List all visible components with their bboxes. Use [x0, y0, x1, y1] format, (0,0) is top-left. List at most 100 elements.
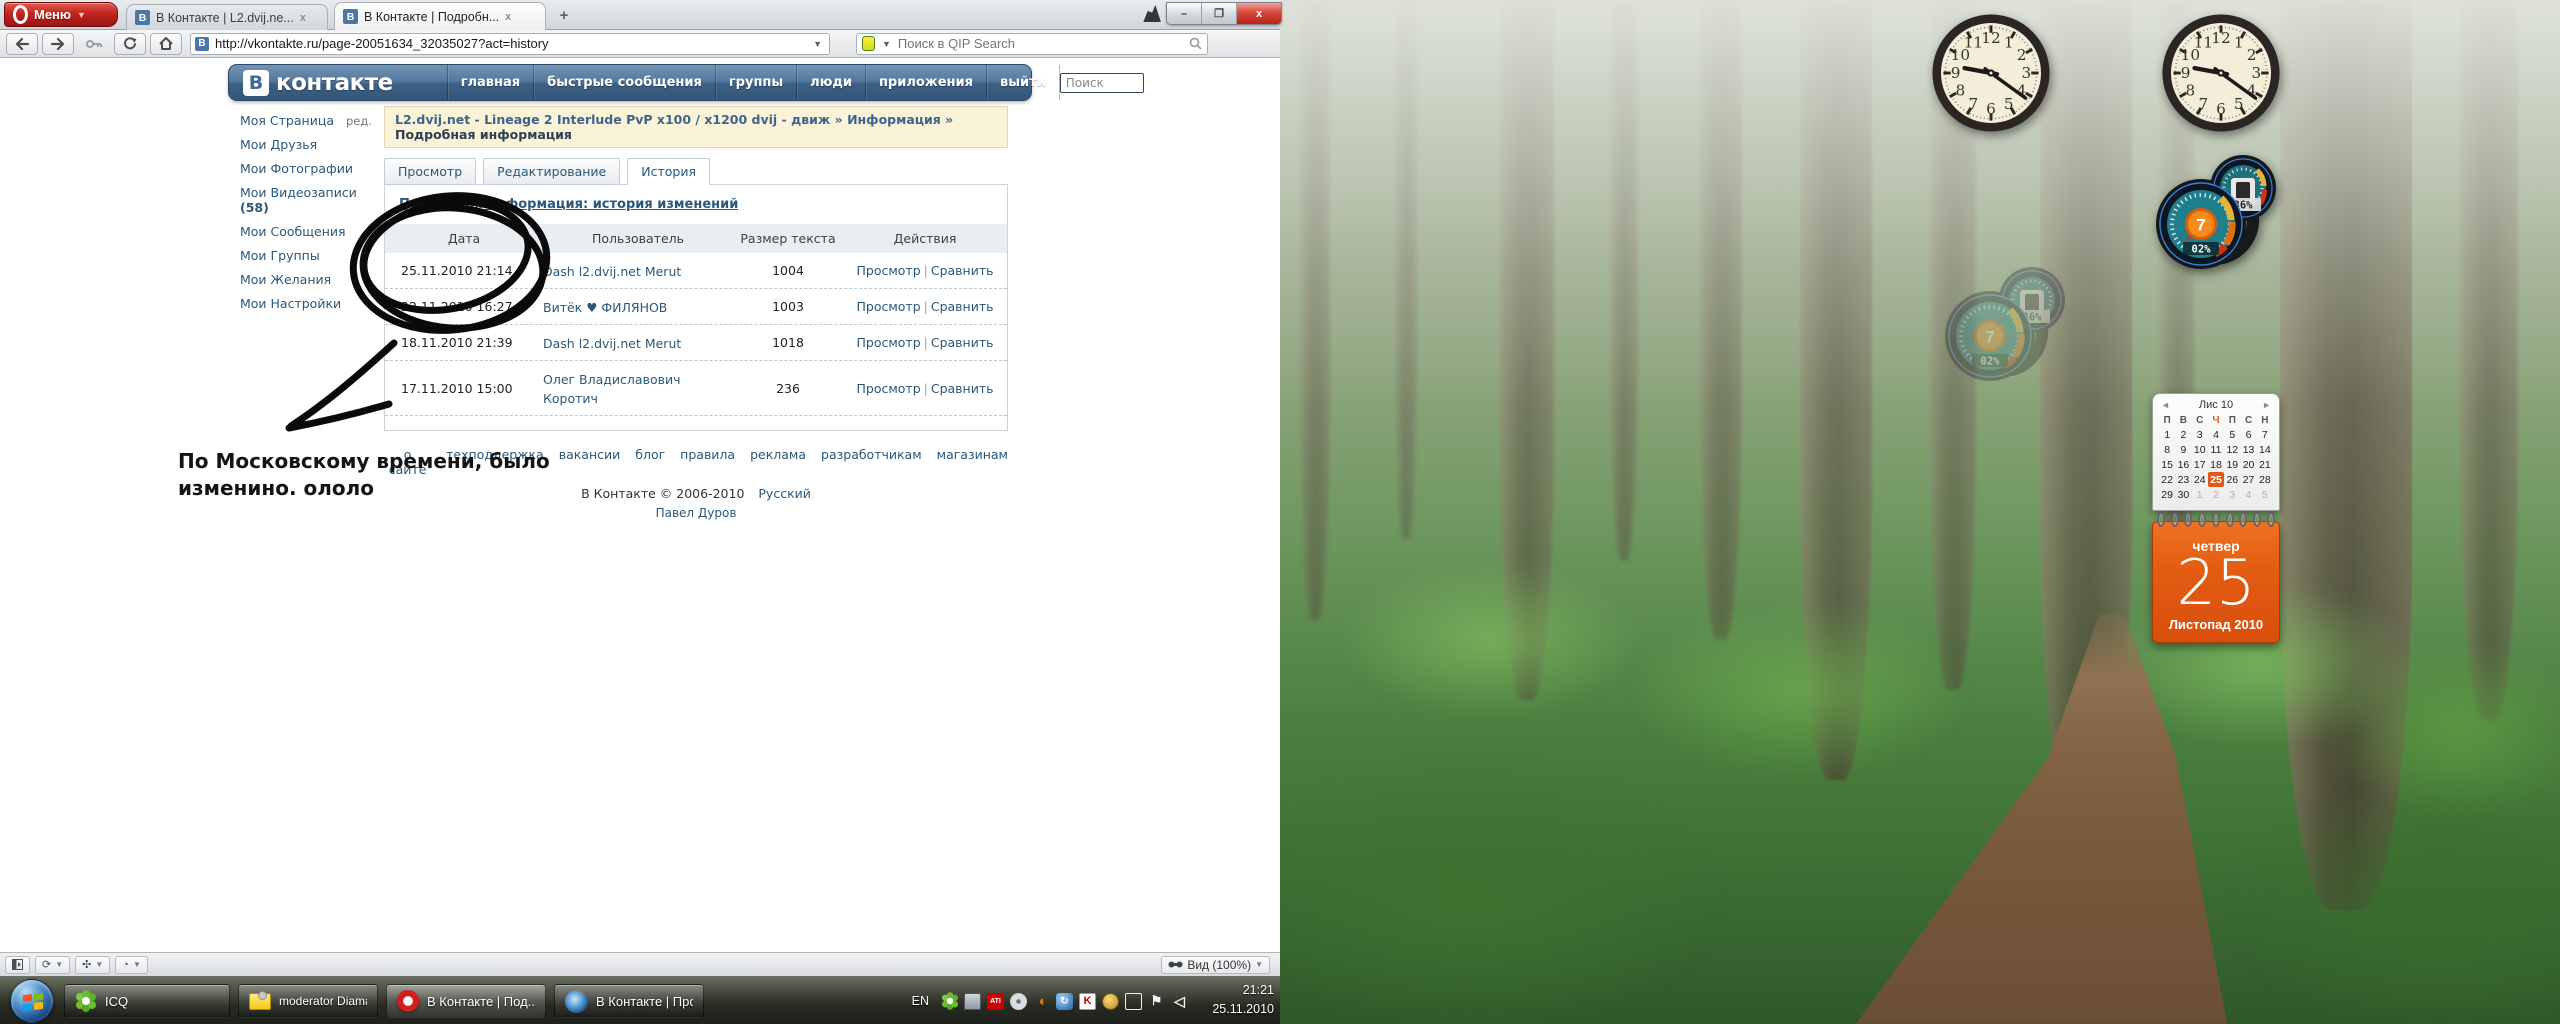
svg-text:3: 3 — [2022, 64, 2032, 82]
clock-gadget-right[interactable]: 12 1 2 3 4 5 6 7 9 8 10 11 — [2160, 12, 2282, 134]
volume-icon[interactable]: ◁︎ — [1171, 993, 1188, 1010]
refresh-button[interactable] — [114, 32, 146, 55]
ati-tray-icon[interactable]: ATI — [987, 992, 1004, 1010]
search-engine-dropdown-icon[interactable]: ▼ — [879, 39, 894, 49]
founder-link[interactable]: Павел Дуров — [384, 506, 1008, 520]
nav-item-apps[interactable]: приложения — [864, 65, 986, 100]
unite-icon: ✣ — [82, 959, 92, 971]
taskbar-button-opera[interactable]: В Контакте | Под... — [386, 984, 546, 1018]
nav-item-messages[interactable]: быстрые сообщения — [533, 65, 715, 100]
footer-link-blog[interactable]: блог — [635, 447, 665, 477]
tab-close-icon[interactable]: x — [300, 12, 306, 24]
url-dropdown-icon[interactable]: ▼ — [810, 39, 825, 49]
home-button[interactable] — [150, 32, 182, 55]
sidebar-item-photos[interactable]: Мои Фотографии — [240, 161, 380, 176]
calendar-next-icon[interactable]: ► — [2262, 400, 2271, 410]
nav-item-logout[interactable]: выйти — [986, 65, 1060, 100]
sidebar-item-groups[interactable]: Мои Группы — [240, 248, 380, 263]
cpu-meter-gadget[interactable]: 36% 7 02% — [2153, 146, 2287, 280]
folder-note-icon — [249, 990, 271, 1010]
compare-link[interactable]: Сравнить — [931, 299, 994, 314]
search-bar[interactable]: ▼ — [856, 32, 1208, 55]
qip-tray-icon[interactable] — [1102, 992, 1119, 1010]
edit-link[interactable]: ред. — [346, 114, 372, 128]
chevron-down-icon: ▼ — [1255, 960, 1263, 969]
vk-search-input[interactable] — [1059, 72, 1144, 93]
icq-tray-icon[interactable] — [941, 993, 958, 1010]
history-user-link[interactable]: Витёк ♥ ФИЛЯНОВ — [543, 300, 667, 315]
language-link[interactable]: Русский — [758, 486, 810, 501]
fog-overlay — [1280, 0, 2560, 738]
taskbar-button-firefox[interactable]: В Контакте | Про... — [554, 984, 704, 1018]
tab-history[interactable]: История — [627, 158, 710, 185]
calendar-prev-icon[interactable]: ◄ — [2161, 400, 2170, 410]
forward-button[interactable] — [42, 32, 74, 55]
vk-header-search[interactable] — [1059, 72, 1144, 93]
display-settings-icon[interactable] — [964, 992, 981, 1010]
sidebar-item-friends[interactable]: Мои Друзья — [240, 137, 380, 152]
vk-logo[interactable]: В контакте — [229, 69, 407, 96]
footer-link-ads[interactable]: реклама — [750, 447, 806, 477]
history-user-link[interactable]: Dash l2.dvij.net Merut — [543, 336, 681, 351]
compare-link[interactable]: Сравнить — [931, 263, 994, 278]
restore-button[interactable]: ❐ — [1202, 3, 1237, 24]
volume-orange-icon[interactable]: ◖ — [1033, 993, 1050, 1010]
sidebar-item-wishes[interactable]: Мои Желания — [240, 272, 380, 287]
panels-toggle-button[interactable] — [5, 955, 30, 974]
view-link[interactable]: Просмотр — [856, 299, 920, 314]
clock-gadget-left[interactable]: 12 1 2 3 4 5 6 7 9 8 10 11 — [1930, 12, 2052, 134]
footer-link-shops[interactable]: магазинам — [937, 447, 1008, 477]
zoom-view-button[interactable]: Вид (100%) ▼ — [1161, 955, 1270, 974]
sidebar-item-videos[interactable]: Мои Видеозаписи (58) — [240, 185, 380, 215]
kaspersky-icon[interactable]: K — [1079, 992, 1096, 1010]
svg-text:3: 3 — [2252, 64, 2262, 82]
search-input[interactable] — [897, 36, 1185, 51]
magnifier-icon[interactable] — [1189, 37, 1202, 50]
browser-tab-2-active[interactable]: B В Контакте | Подробн... x — [334, 2, 546, 30]
compare-link[interactable]: Сравнить — [931, 335, 994, 350]
sidebar-item-messages[interactable]: Мои Сообщения — [240, 224, 380, 239]
view-link[interactable]: Просмотр — [856, 263, 920, 278]
footer-link-rules[interactable]: правила — [680, 447, 735, 477]
wallpaper-forest — [1280, 0, 2560, 1024]
browser-tab-1[interactable]: B В Контакте | L2.dvij.ne... x — [126, 4, 328, 30]
new-tab-button[interactable]: + — [554, 8, 574, 25]
nav-item-people[interactable]: люди — [796, 65, 865, 100]
taskbar-clock[interactable]: 21:21 25.11.2010 — [1212, 981, 1274, 1019]
clock-number: 12 — [1981, 29, 2000, 47]
turbo-button[interactable]: ◔ ▼ — [115, 955, 148, 974]
close-button[interactable]: x — [1237, 3, 1281, 24]
unite-button[interactable]: ✣ ▼ — [75, 955, 111, 974]
tab-close-icon[interactable]: x — [505, 11, 511, 23]
opera-menu-button[interactable]: Меню ▼ — [4, 2, 118, 27]
minimize-button[interactable]: – — [1167, 3, 1202, 24]
compare-link[interactable]: Сравнить — [931, 381, 994, 396]
key-icon[interactable] — [78, 33, 110, 55]
sync-button[interactable]: ⟳ ▼ — [35, 955, 71, 974]
address-bar[interactable]: B http://vkontakte.ru/page-20051634_3203… — [190, 32, 830, 55]
back-button[interactable] — [6, 32, 38, 55]
flag-icon[interactable]: ⚑ — [1148, 993, 1165, 1010]
calendar-gadget[interactable]: ◄ Лис 10 ► ПВ СЧ ПС Н 1234567 8 9 10 11 12 13… — [2152, 393, 2280, 643]
windows-update-icon[interactable]: ↻ — [1056, 992, 1073, 1010]
sidebar-item-my-page[interactable]: Моя Страница ред. — [240, 113, 380, 128]
network-icon[interactable] — [1125, 992, 1142, 1010]
sidebar-item-settings[interactable]: Мои Настройки — [240, 296, 380, 311]
footer-link-jobs[interactable]: вакансии — [559, 447, 621, 477]
taskbar-button-icq[interactable]: ICQ — [64, 984, 230, 1018]
view-link[interactable]: Просмотр — [856, 381, 920, 396]
nav-item-main[interactable]: главная — [446, 65, 533, 100]
history-user-link[interactable]: Dash l2.dvij.net Merut — [543, 264, 681, 279]
table-row: 25.11.2010 21:14 Dash l2.dvij.net Merut … — [385, 253, 1007, 289]
language-indicator[interactable]: EN — [912, 994, 929, 1008]
footer-link-developers[interactable]: разработчикам — [821, 447, 922, 477]
taskbar-button-folder[interactable]: moderator Diamant — [238, 984, 378, 1018]
tab-edit[interactable]: Редактирование — [483, 158, 621, 185]
nav-item-groups[interactable]: группы — [714, 65, 796, 100]
view-link[interactable]: Просмотр — [856, 335, 920, 350]
tab-view[interactable]: Просмотр — [384, 158, 477, 185]
start-button[interactable] — [10, 979, 54, 1023]
disc-tray-icon[interactable] — [1010, 992, 1027, 1010]
breadcrumb-path[interactable]: L2.dvij.net - Lineage 2 Interlude PvP x1… — [395, 112, 953, 127]
history-user-link[interactable]: Олег Владиславович Коротич — [543, 372, 680, 406]
